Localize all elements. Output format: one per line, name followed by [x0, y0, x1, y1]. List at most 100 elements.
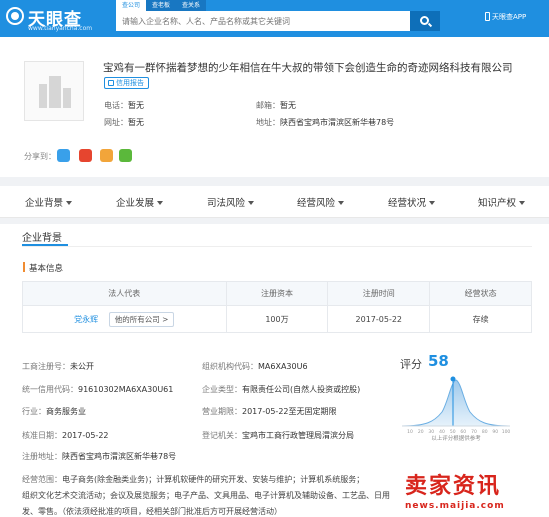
score-label: 评分 [400, 358, 422, 371]
email-label: 邮箱： [256, 101, 280, 110]
credit-report-button[interactable]: 信用报告 [104, 77, 149, 89]
credit-code-label: 统一信用代码： [22, 385, 78, 394]
logo-subtext: www.tianyancha.com [28, 25, 93, 32]
weibo-share-icon[interactable] [79, 149, 92, 162]
search-box [116, 11, 410, 31]
col-legal-rep: 法人代表 [22, 281, 227, 306]
phone-value: 暂无 [128, 101, 144, 110]
search-input[interactable] [116, 11, 390, 31]
axis-tick-label: 70 [471, 429, 477, 435]
website-row: 网址：暂无 [104, 117, 144, 128]
industry-label: 行业： [22, 407, 46, 416]
axis-tick-label: 20 [418, 429, 424, 435]
reg-no-value: 未公开 [70, 362, 94, 371]
email-row: 邮箱：暂无 [256, 100, 296, 111]
top-bar: 天眼查 www.tianyancha.com 查公司 查老板 查关系 天眼查AP… [0, 0, 549, 37]
approve-row: 核准日期：2017-05-22 [22, 430, 109, 441]
qq-share-icon[interactable] [57, 149, 70, 162]
nav-operating-risk[interactable]: 经营风险 [297, 195, 345, 209]
org-code-value: MA6XA30U6 [258, 362, 308, 371]
section-divider [22, 246, 532, 247]
axis-tick-label: 10 [407, 429, 413, 435]
nav-intellectual-property[interactable]: 知识产权 [478, 195, 526, 209]
status-cell: 存续 [429, 305, 532, 333]
industry-row: 行业：商务服务业 [22, 406, 86, 417]
score-caption: 以上评分根据供参考 [431, 434, 481, 442]
chevron-down-icon [429, 201, 436, 205]
axis-tick-label: 30 [428, 429, 434, 435]
chevron-down-icon [519, 201, 526, 205]
tab-relation[interactable]: 查关系 [176, 0, 207, 11]
all-companies-button[interactable]: 他的所有公司 > [108, 311, 175, 327]
legal-rep-link[interactable]: 党永辉 [74, 315, 98, 324]
nav-label: 经营状况 [388, 198, 427, 209]
building-icon-short [63, 88, 71, 108]
building-icon [39, 84, 47, 108]
email-value: 暂无 [280, 101, 296, 110]
address-value: 陕西省宝鸡市渭滨区新华巷78号 [280, 118, 395, 127]
score-marker-dot [450, 376, 456, 382]
nav-label: 知识产权 [478, 198, 517, 209]
category-nav: 企业背景 企业发展 司法风险 经营风险 经营状况 知识产权 [0, 186, 549, 218]
chevron-down-icon [157, 201, 164, 205]
nav-label: 司法风险 [207, 198, 246, 209]
search-tabs: 查公司 查老板 查关系 [116, 0, 207, 11]
nav-company-background[interactable]: 企业背景 [25, 195, 73, 209]
axis-tick-label: 100 [502, 429, 511, 435]
chevron-down-icon [338, 201, 345, 205]
subsection-marker [23, 262, 25, 272]
credit-code-row: 统一信用代码：91610302MA6XA30U61 [22, 384, 173, 395]
report-icon [108, 80, 114, 86]
nav-label: 企业背景 [25, 198, 64, 209]
authority-value: 宝鸡市工商行政管理局渭滨分局 [242, 431, 354, 440]
chevron-down-icon [248, 201, 255, 205]
nav-operating-status[interactable]: 经营状况 [388, 195, 436, 209]
nav-company-development[interactable]: 企业发展 [116, 195, 164, 209]
axis-tick-label: 90 [492, 429, 498, 435]
table-row: 党永辉 他的所有公司 > 100万 2017-05-22 存续 [22, 305, 532, 333]
reg-addr-value: 陕西省宝鸡市渭滨区新华巷78号 [62, 452, 177, 461]
reg-no-label: 工商注册号： [22, 362, 70, 371]
credit-code-value: 91610302MA6XA30U61 [78, 385, 174, 394]
distribution-curve-fill [402, 380, 510, 426]
table-header-row: 法人代表 注册资本 注册时间 经营状态 [22, 281, 532, 306]
website-value: 暂无 [128, 118, 144, 127]
reg-no-row: 工商注册号：未公开 [22, 361, 94, 372]
tianyancha-logo[interactable]: 天眼查 www.tianyancha.com [6, 4, 106, 34]
scope-text-1: 电子商务(除金融类业务)；计算机软硬件的研究开发、安装与维护；计算机系统服务； [62, 475, 365, 484]
authority-label: 登记机关： [202, 431, 242, 440]
approve-label: 核准日期： [22, 431, 62, 440]
axis-tick-label: 80 [482, 429, 488, 435]
website-label: 网址： [104, 118, 128, 127]
mobile-phone-icon [485, 12, 490, 21]
approve-value: 2017-05-22 [62, 431, 109, 440]
registration-table: 法人代表 注册资本 注册时间 经营状态 党永辉 他的所有公司 > 100万 20… [22, 281, 532, 333]
reg-addr-label: 注册地址： [22, 452, 62, 461]
tab-boss[interactable]: 查老板 [146, 0, 177, 11]
qzone-share-icon[interactable] [100, 149, 113, 162]
maijia-watermark: 卖家资讯 news.maijia.com [405, 468, 549, 517]
app-download-link[interactable]: 天眼查APP [492, 12, 526, 22]
type-label: 企业类型： [202, 385, 242, 394]
subsection-title: 基本信息 [29, 264, 64, 274]
tab-company[interactable]: 查公司 [116, 0, 147, 11]
search-button[interactable] [410, 11, 440, 31]
col-capital: 注册资本 [225, 281, 329, 306]
capital-cell: 100万 [225, 305, 329, 333]
legal-rep-cell: 党永辉 他的所有公司 > [22, 305, 227, 333]
company-logo-placeholder [24, 61, 84, 121]
reg-date-cell: 2017-05-22 [327, 305, 431, 333]
col-reg-date: 注册时间 [327, 281, 431, 306]
term-label: 营业期限： [202, 407, 242, 416]
address-label: 地址： [256, 118, 280, 127]
industry-value: 商务服务业 [46, 407, 86, 416]
wechat-share-icon[interactable] [119, 149, 132, 162]
org-code-label: 组织机构代码： [202, 362, 258, 371]
nav-spacer-bottom [0, 218, 549, 224]
reg-addr-row: 注册地址：陕西省宝鸡市渭滨区新华巷78号 [22, 451, 176, 462]
axis-tick-label: 40 [439, 429, 445, 435]
watermark-url: news.maijia.com [405, 501, 505, 511]
type-row: 企业类型：有限责任公司(自然人投资或控股) [202, 384, 360, 395]
nav-legal-risk[interactable]: 司法风险 [207, 195, 255, 209]
company-name: 宝鸡有一群怀揣着梦想的少年相信在牛大叔的带领下会创造生命的奇迹网络科技有限公司 [103, 62, 513, 74]
